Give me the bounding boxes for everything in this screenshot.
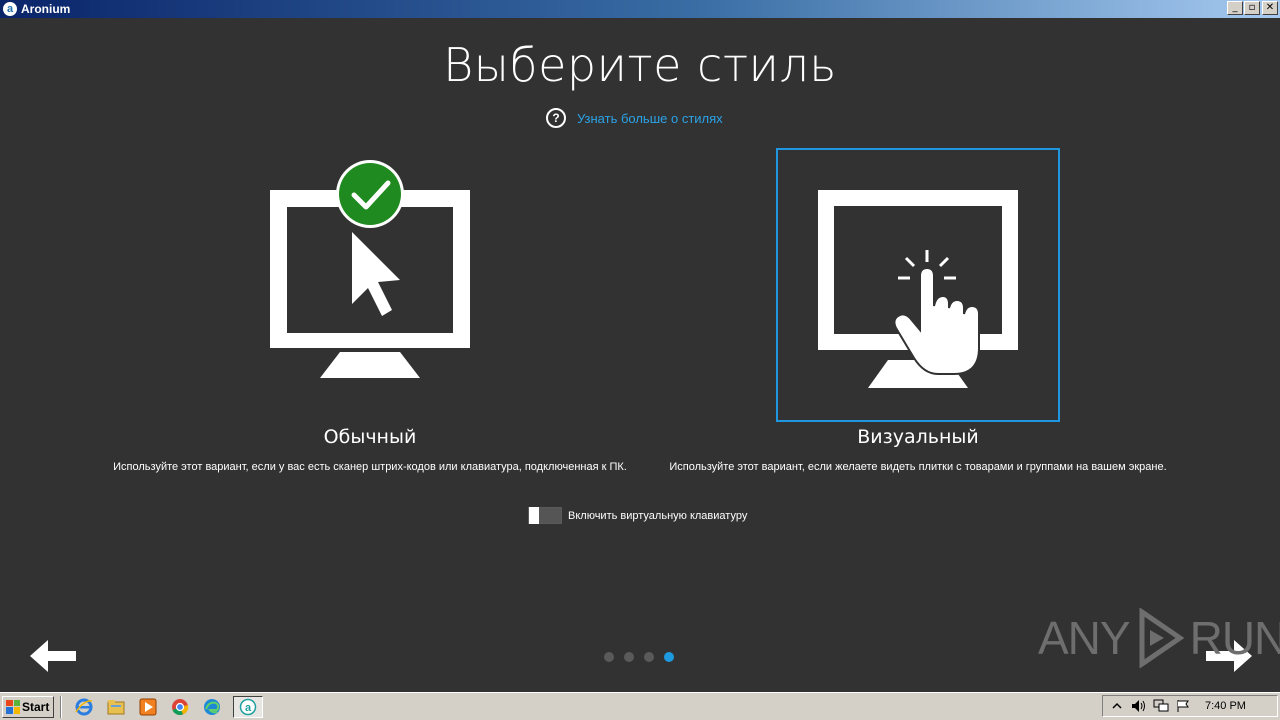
back-arrow-icon[interactable] [30, 636, 80, 676]
watermark-left: ANY [1038, 612, 1131, 664]
play-logo-icon [1139, 608, 1184, 668]
edge-icon[interactable] [201, 696, 223, 718]
aronium-taskbar-icon[interactable]: a [233, 695, 263, 718]
minimize-button[interactable]: _ [1227, 1, 1243, 15]
volume-icon[interactable] [1131, 698, 1147, 714]
virtual-keyboard-label: Включить виртуальную клавиатуру [568, 509, 748, 522]
windows-logo-icon [6, 699, 20, 714]
taskbar: Start a 7:40 PM [0, 692, 1280, 720]
start-label: Start [22, 699, 50, 714]
page-dot [624, 652, 634, 662]
taskbar-separator [60, 695, 62, 718]
chrome-icon[interactable] [169, 696, 191, 718]
maximize-button[interactable]: ▫ [1244, 1, 1260, 15]
anyrun-watermark: ANY RUN [1038, 608, 1280, 668]
page-dot [644, 652, 654, 662]
taskbar-clock[interactable]: 7:40 PM [1205, 700, 1246, 712]
page-dot [604, 652, 614, 662]
monitor-pointer-icon [270, 160, 470, 378]
watermark-right: RUN [1189, 612, 1280, 664]
option-visual-label: Визуальный [857, 426, 979, 448]
explorer-icon[interactable] [105, 696, 127, 718]
option-regular-label: Обычный [323, 426, 417, 448]
question-icon: ? [546, 108, 566, 128]
window-titlebar: a Aronium _ ▫ ✕ [0, 0, 1280, 18]
aronium-app-icon: a [3, 2, 17, 16]
learn-more-link[interactable]: Узнать больше о стилях [577, 111, 723, 126]
virtual-keyboard-row[interactable]: Включить виртуальную клавиатуру [528, 507, 747, 524]
close-button[interactable]: ✕ [1262, 1, 1278, 15]
window-title: Aronium [21, 2, 71, 16]
chevron-up-icon[interactable] [1109, 698, 1125, 714]
page-dot-active [664, 652, 674, 662]
learn-more-row[interactable]: ? Узнать больше о стилях [546, 108, 723, 128]
virtual-keyboard-toggle[interactable] [528, 507, 562, 524]
media-player-icon[interactable] [137, 696, 159, 718]
ie-icon[interactable] [73, 696, 95, 718]
style-selection-screen: Выберите стиль ? Узнать больше о стилях … [0, 18, 1280, 692]
system-tray: 7:40 PM [1102, 695, 1278, 717]
start-button[interactable]: Start [2, 695, 54, 718]
svg-text:a: a [245, 702, 252, 714]
flag-icon[interactable] [1175, 698, 1191, 714]
toggle-knob [529, 507, 539, 524]
option-visual-description: Используйте этот вариант, если желаете в… [669, 461, 1167, 473]
page-title: Выберите стиль [443, 38, 837, 92]
option-regular-description: Используйте этот вариант, если у вас ест… [113, 461, 627, 473]
monitor-touch-icon [818, 190, 1018, 388]
network-icon[interactable] [1153, 698, 1169, 714]
pagination-dots [604, 652, 674, 662]
